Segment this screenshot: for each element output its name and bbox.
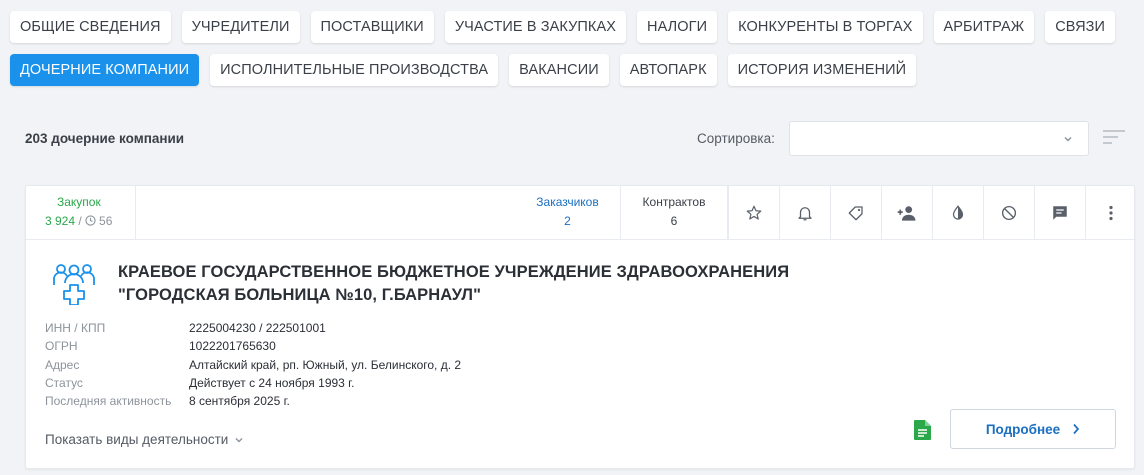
results-count: 203 дочерние компании <box>25 131 185 146</box>
sort-select[interactable] <box>789 121 1089 156</box>
detail-row-address: Адрес Алтайский край, рп. Южный, ул. Бели… <box>45 356 461 374</box>
stat-contracts-value: 6 <box>670 214 678 228</box>
purchases-separator: / <box>75 214 86 228</box>
card-stats-bar: Закупок 3 924 / 56 Заказчиков 2 Контракт… <box>26 186 1136 240</box>
detail-label: ИНН / КПП <box>45 321 106 335</box>
detail-label: Статус <box>45 375 83 390</box>
sort-icon[interactable] <box>1103 129 1125 145</box>
company-name[interactable]: Краевое государственное бюджетное учрежд… <box>118 261 878 307</box>
tab-general[interactable]: ОБЩИЕ СВЕДЕНИЯ <box>10 11 171 43</box>
stat-customers-value: 2 <box>564 214 571 228</box>
detail-value: 2225004230 / 222501001 <box>189 321 326 335</box>
tab-vehicles[interactable]: АВТОПАРК <box>619 54 717 86</box>
tag-button[interactable] <box>830 186 881 239</box>
detail-row-activity: Последняя активность 8 сентября 2025 г. <box>45 392 461 410</box>
block-icon <box>1001 205 1017 220</box>
more-menu-button[interactable] <box>1085 186 1136 239</box>
show-activities-toggle[interactable]: Показать виды деятельности <box>45 432 244 447</box>
tab-row-2: ДОЧЕРНИЕ КОМПАНИИ ИСПОЛНИТЕЛЬНЫЕ ПРОИЗВО… <box>10 54 1134 86</box>
tab-arbitration[interactable]: АРБИТРАЖ <box>933 11 1035 43</box>
stat-contracts-label: Контрактов <box>642 195 706 209</box>
sort-label: Сортировка: <box>697 131 775 146</box>
detail-row-status: Статус Действует с 24 ноября 1993 г. <box>45 374 461 392</box>
clock-icon <box>85 215 96 226</box>
tab-procurement[interactable]: УЧАСТИЕ В ЗАКУПКАХ <box>444 11 626 43</box>
bell-icon <box>798 206 812 220</box>
comment-icon <box>1053 205 1067 220</box>
chevron-down-icon <box>1064 136 1072 142</box>
stat-contracts[interactable]: Контрактов 6 <box>621 186 728 239</box>
more-vert-icon <box>1109 205 1113 220</box>
tab-history[interactable]: ИСТОРИЯ ИЗМЕНЕНИЙ <box>727 54 917 86</box>
detail-row-inn: ИНН / КПП 2225004230 / 222501001 <box>45 319 461 337</box>
stat-purchases-value: 3 924 / 56 <box>26 214 135 228</box>
chevron-right-icon <box>1073 423 1080 435</box>
stat-customers[interactable]: Заказчиков 2 <box>515 186 621 239</box>
notify-button[interactable] <box>779 186 830 239</box>
tab-enforcement[interactable]: ИСПОЛНИТЕЛЬНЫЕ ПРОИЗВОДСТВА <box>210 54 499 86</box>
detail-value: Алтайский край, рп. Южный, ул. Белинског… <box>189 357 462 372</box>
contrast-icon <box>952 204 964 220</box>
add-contact-button[interactable] <box>881 186 932 239</box>
show-activities-label: Показать виды деятельности <box>45 432 229 447</box>
purchases-count: 3 924 <box>45 214 76 228</box>
purchases-active-count: 56 <box>99 214 113 228</box>
block-button[interactable] <box>983 186 1034 239</box>
details-button[interactable]: Подробнее <box>950 409 1116 449</box>
details-button-label: Подробнее <box>985 421 1061 437</box>
detail-value: 8 сентября 2025 г. <box>189 394 290 409</box>
tab-founders[interactable]: УЧРЕДИТЕЛИ <box>181 11 300 43</box>
favorite-button[interactable] <box>728 186 779 239</box>
tab-links[interactable]: СВЯЗИ <box>1045 11 1116 43</box>
star-icon <box>746 205 762 220</box>
detail-label: Последняя активность <box>45 394 172 409</box>
tab-taxes[interactable]: НАЛОГИ <box>637 11 718 43</box>
stat-purchases[interactable]: Закупок 3 924 / 56 <box>26 186 136 239</box>
tab-suppliers[interactable]: ПОСТАВЩИКИ <box>310 11 434 43</box>
detail-row-ogrn: ОГРН 1022201765630 <box>45 337 461 355</box>
comment-button[interactable] <box>1034 186 1085 239</box>
person-add-icon <box>897 205 916 221</box>
tab-competitors[interactable]: КОНКУРЕНТЫ В ТОРГАХ <box>728 11 923 43</box>
stat-customers-label: Заказчиков <box>536 195 599 209</box>
tab-subsidiaries[interactable]: ДОЧЕРНИЕ КОМПАНИИ <box>10 54 200 86</box>
company-card: Закупок 3 924 / 56 Заказчиков 2 Контракт… <box>25 185 1136 469</box>
tabs-nav: ОБЩИЕ СВЕДЕНИЯ УЧРЕДИТЕЛИ ПОСТАВЩИКИ УЧА… <box>10 11 1134 97</box>
document-icon[interactable] <box>914 420 931 440</box>
detail-label: Адрес <box>45 357 80 372</box>
chevron-down-icon <box>235 437 243 442</box>
company-details: ИНН / КПП 2225004230 / 222501001 ОГРН 1022… <box>45 319 461 410</box>
tab-vacancies[interactable]: ВАКАНСИИ <box>509 54 609 86</box>
stat-purchases-label: Закупок <box>57 195 101 209</box>
detail-value: 1022201765630 <box>189 339 276 354</box>
contrast-button[interactable] <box>932 186 983 239</box>
detail-value: Действует с 24 ноября 1993 г. <box>189 375 355 390</box>
detail-label: ОГРН <box>45 339 78 354</box>
medical-org-icon <box>53 264 95 305</box>
tag-icon <box>848 205 863 220</box>
tab-row-1: ОБЩИЕ СВЕДЕНИЯ УЧРЕДИТЕЛИ ПОСТАВЩИКИ УЧА… <box>10 11 1134 43</box>
